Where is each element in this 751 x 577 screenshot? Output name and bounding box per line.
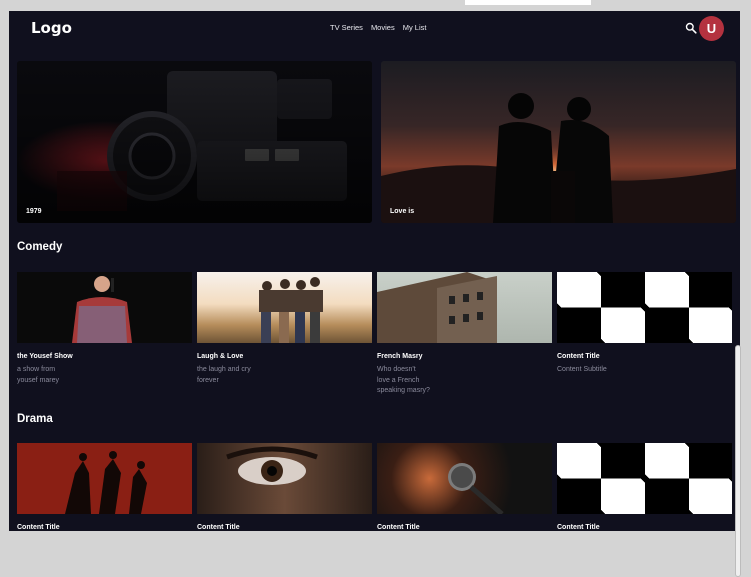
card-title: Content Title [557, 353, 600, 360]
search-icon[interactable] [685, 22, 697, 34]
card-title: Content Title [197, 524, 240, 531]
card-thumbnail [197, 272, 372, 343]
section-title-drama: Drama [17, 413, 53, 425]
nav-movies[interactable]: Movies [371, 23, 395, 32]
card-thumbnail [17, 443, 192, 514]
card-drama-3[interactable]: Content Title [377, 443, 552, 531]
hero-card-love-is[interactable]: Love is [381, 61, 736, 223]
hero-card-1979[interactable]: 1979 [17, 61, 372, 223]
card-thumbnail [17, 272, 192, 343]
avatar-initial: U [706, 21, 717, 36]
hero-image-couple-sunset [381, 61, 736, 223]
card-title: Content Title [557, 524, 600, 531]
card-thumbnail [377, 272, 552, 343]
app-window: Logo TV Series Movies My List U 1979 Lov… [9, 11, 740, 531]
card-thumbnail-placeholder [557, 272, 732, 343]
card-title: Laugh & Love [197, 353, 244, 360]
card-content-placeholder[interactable]: Content Title Content Subtitle [557, 272, 732, 376]
hero-label: Love is [390, 208, 415, 215]
card-title: the Yousef Show [17, 353, 73, 360]
card-drama-placeholder[interactable]: Content Title [557, 443, 732, 531]
card-thumbnail [377, 443, 552, 514]
logo[interactable]: Logo [31, 19, 72, 37]
card-thumbnail [197, 443, 372, 514]
nav-tv-series[interactable]: TV Series [330, 23, 363, 32]
browser-tab-strip [465, 0, 591, 5]
section-title-comedy: Comedy [17, 241, 63, 253]
card-drama-2[interactable]: Content Title [197, 443, 372, 531]
hero-image-camera [17, 61, 372, 223]
card-drama-1[interactable]: Content Title [17, 443, 192, 531]
avatar[interactable]: U [699, 16, 724, 41]
hero-label: 1979 [26, 208, 42, 215]
card-yousef-show[interactable]: the Yousef Show a show from yousef marey [17, 272, 192, 386]
nav-my-list[interactable]: My List [403, 23, 427, 32]
card-subtitle: Content Subtitle [557, 366, 607, 373]
card-title: Content Title [17, 524, 60, 531]
top-bar: Logo TV Series Movies My List U [9, 11, 740, 47]
card-laugh-and-love[interactable]: Laugh & Love the laugh and cry forever [197, 272, 372, 386]
card-thumbnail-placeholder [557, 443, 732, 514]
main-nav: TV Series Movies My List [330, 23, 426, 32]
card-french-masry[interactable]: French Masry Who doesn't love a French s… [377, 272, 552, 397]
card-title: French Masry [377, 353, 423, 360]
scrollbar[interactable] [735, 345, 741, 577]
card-subtitle: the laugh and cry forever [197, 366, 251, 384]
card-subtitle: a show from yousef marey [17, 366, 60, 384]
card-subtitle: Who doesn't love a French speaking masry… [377, 366, 430, 394]
card-title: Content Title [377, 524, 420, 531]
